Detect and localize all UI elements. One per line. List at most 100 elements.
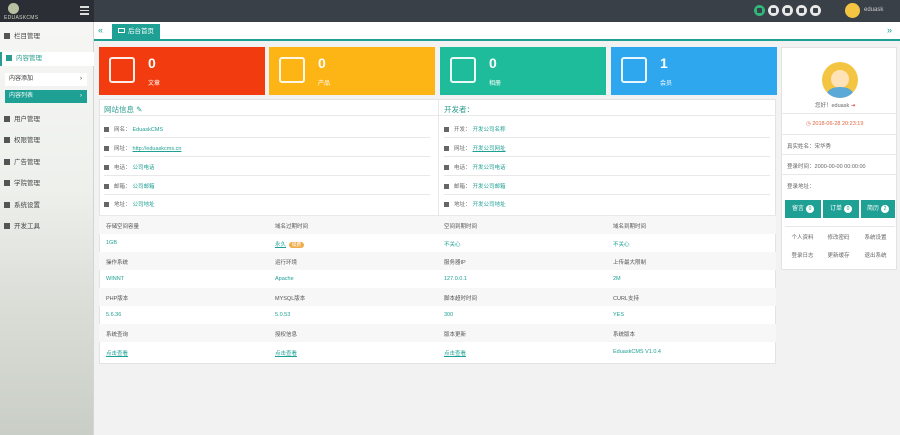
tabs-bar: « 后台首页 » <box>94 22 900 41</box>
stat-value: 1 <box>660 55 668 71</box>
stat-card-products[interactable]: 0 产品 <box>269 47 435 95</box>
home-icon[interactable] <box>754 5 765 16</box>
menu-toggle-icon[interactable] <box>80 6 89 15</box>
tabs-scroll-left-icon[interactable]: « <box>98 25 103 35</box>
grid-label: 操作系统 <box>106 260 129 266</box>
profile-link[interactable]: 个人资料 <box>786 233 819 241</box>
welcome-text: 您好！eduask ⇥ <box>815 103 856 109</box>
tabs-scroll-right-icon[interactable]: » <box>887 25 892 35</box>
sidebar-item-content[interactable]: 内容管理 <box>0 52 94 66</box>
sidebar-item-system[interactable]: 系统设置 <box>0 199 94 213</box>
grid-value: 1GB <box>106 240 118 246</box>
grid-label: CURL支持 <box>613 296 639 302</box>
phone-icon <box>444 165 449 170</box>
grid-link[interactable]: 点击查看 <box>106 349 128 357</box>
sidebar-item-school[interactable]: 学院管理 <box>0 177 94 191</box>
grid-label-row <box>99 288 776 306</box>
dev-info-row: 电话： 开发公司电话 <box>444 163 506 171</box>
mail-icon <box>104 184 109 189</box>
stat-value: 0 <box>489 55 497 71</box>
location-icon <box>104 202 109 207</box>
divider <box>785 226 895 227</box>
resumes-button[interactable]: 简历 2 <box>861 200 895 218</box>
grid-label: 存储空间容量 <box>106 224 140 230</box>
logo-text: EDUASKCMS <box>4 15 39 21</box>
logout-icon[interactable]: ⇥ <box>851 103 856 109</box>
grid-value: 127.0.0.1 <box>444 276 467 282</box>
location-icon <box>444 202 449 207</box>
wifi-icon <box>444 146 449 151</box>
add-icon[interactable] <box>768 5 779 16</box>
logo: EDUASKCMS <box>0 0 94 22</box>
login-ip: 登录地址： <box>787 184 815 190</box>
sidebar-item-columns[interactable]: 栏目管理 <box>0 30 94 44</box>
content-icon <box>6 55 12 61</box>
tab-home[interactable]: 后台首页 <box>112 24 160 39</box>
close-icon[interactable] <box>782 5 793 16</box>
logout-link[interactable]: 退出系统 <box>859 251 892 259</box>
user-icon <box>444 127 449 132</box>
chevron-right-icon: › <box>80 76 82 82</box>
top-bar: EDUASKCMS eduask <box>0 0 900 22</box>
messages-button[interactable]: 留言 0 <box>785 200 821 218</box>
user-avatar[interactable] <box>845 3 860 18</box>
profile-avatar <box>822 62 858 98</box>
settings-icon[interactable] <box>810 5 821 16</box>
code-icon <box>4 223 10 229</box>
sidebar-item-permissions[interactable]: 权限管理 <box>0 134 94 148</box>
dev-info-title: 开发者： <box>444 105 474 114</box>
change-password-link[interactable]: 修改密码 <box>822 233 855 241</box>
stat-card-articles[interactable]: 0 文章 <box>99 47 265 95</box>
stat-card-members[interactable]: 1 会员 <box>611 47 777 95</box>
grid-label: 域名到期时间 <box>613 224 647 230</box>
stat-label: 文章 <box>148 81 161 87</box>
divider <box>444 175 770 176</box>
trash-icon[interactable] <box>796 5 807 16</box>
user-icon <box>4 116 10 122</box>
school-icon <box>4 180 10 186</box>
grid-link[interactable]: 点击查看 <box>444 349 466 357</box>
chevron-right-icon: › <box>80 93 82 99</box>
user-name[interactable]: eduask <box>864 7 883 13</box>
grid-value[interactable]: 永久 续费 <box>275 240 305 248</box>
site-info-row: 邮箱： 公司邮箱 <box>104 182 155 190</box>
sidebar-subitem-add-content[interactable]: 内容添加 › <box>5 73 87 86</box>
clear-cache-link[interactable]: 更新缓存 <box>822 251 855 259</box>
grid-label: 域名过期时间 <box>275 224 309 230</box>
grid-value: Apache <box>275 276 294 282</box>
real-name: 真实姓名：宋华秀 <box>787 144 832 150</box>
sidebar-subitem-content-list[interactable]: 内容列表 › <box>5 90 87 103</box>
grid-value: 5.0.53 <box>275 312 291 318</box>
sidebar-item-devtools[interactable]: 开发工具 <box>0 220 94 234</box>
system-settings-link[interactable]: 系统设置 <box>859 233 892 241</box>
gear-icon <box>4 202 10 208</box>
box-icon <box>279 57 305 83</box>
grid-value: 300 <box>444 312 454 318</box>
login-log-link[interactable]: 登录日志 <box>786 251 819 259</box>
site-info-row: 网址： http://eduaskcms.cn <box>104 144 181 152</box>
divider <box>104 156 430 157</box>
renew-badge[interactable]: 续费 <box>289 242 305 248</box>
wifi-icon <box>104 146 109 151</box>
sidebar-item-users[interactable]: 用户管理 <box>0 113 94 127</box>
grid-value: WINNT <box>106 276 125 282</box>
dev-info-row: 地址： 开发公司地址 <box>444 200 506 208</box>
grid-label: 系统查询 <box>106 332 129 338</box>
grid-label: 脚本超时时间 <box>444 296 478 302</box>
stat-card-albums[interactable]: 0 相册 <box>440 47 606 95</box>
grid-label: 系统版本 <box>613 332 636 338</box>
sidebar-item-ads[interactable]: 广告管理 <box>0 156 94 170</box>
book-icon <box>109 57 135 83</box>
divider <box>781 113 897 114</box>
grid-link[interactable]: 点击查看 <box>275 349 297 357</box>
divider <box>781 174 897 175</box>
top-actions <box>754 5 821 16</box>
dev-info-row: 开发： 开发公司名称 <box>444 125 506 133</box>
dev-info-row: 网址： 开发公司网址 <box>444 144 506 152</box>
grid-value: 2M <box>613 276 621 282</box>
dev-info-row: 邮箱： 开发公司邮箱 <box>444 182 506 190</box>
grid-label: MYSQL版本 <box>275 296 306 302</box>
orders-button[interactable]: 订单 0 <box>823 200 859 218</box>
stat-label: 会员 <box>660 81 673 87</box>
site-info-row: 网名： EduaskCMS <box>104 125 163 133</box>
